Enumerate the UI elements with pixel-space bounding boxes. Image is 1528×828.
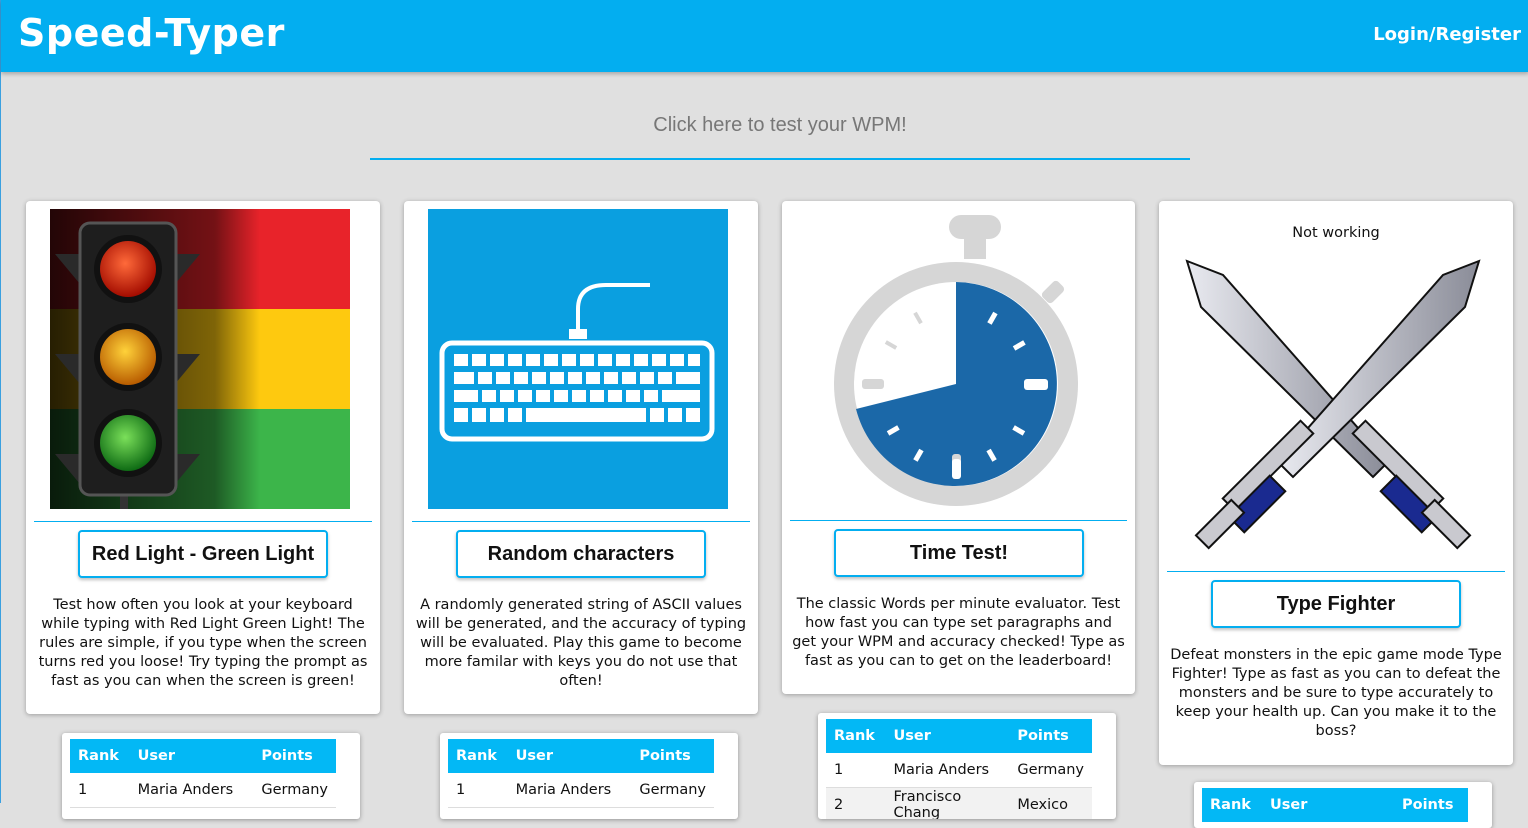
red-light-green-light-button[interactable]: Red Light - Green Light bbox=[78, 530, 328, 578]
traffic-light-image bbox=[50, 209, 350, 509]
keyboard-icon bbox=[428, 209, 728, 509]
leaderboard-random-characters: Rank User Points 1 Maria Anders Germany bbox=[440, 733, 738, 819]
card-divider bbox=[412, 521, 750, 522]
user-cell: Maria Anders bbox=[507, 773, 632, 808]
time-test-button[interactable]: Time Test! bbox=[834, 529, 1084, 577]
points-cell: Mexico bbox=[1009, 787, 1092, 819]
user-header: User bbox=[885, 719, 1010, 753]
random-characters-button[interactable]: Random characters bbox=[456, 530, 706, 578]
user-header: User bbox=[129, 739, 254, 773]
leaderboard-time-test: Rank User Points 1 Maria Anders Germany … bbox=[818, 713, 1116, 819]
card-description: Test how often you look at your keyboard… bbox=[38, 597, 368, 689]
card-description: Defeat monsters in the epic game mode Ty… bbox=[1170, 647, 1502, 739]
points-header: Points bbox=[1394, 788, 1468, 822]
leaderboard-header-row: Rank User Points bbox=[826, 719, 1092, 753]
brand-logo[interactable]: Speed-Typer bbox=[18, 11, 285, 55]
login-register-link[interactable]: Login/Register bbox=[1373, 24, 1521, 45]
user-header: User bbox=[1262, 788, 1394, 822]
rank-cell: 1 bbox=[448, 773, 508, 808]
user-cell: Francisco Chang bbox=[885, 787, 1010, 819]
top-navbar: Speed-Typer Login/Register bbox=[1, 0, 1528, 72]
points-header: Points bbox=[631, 739, 714, 773]
game-card-random-characters: Random characters A randomly generated s… bbox=[404, 201, 758, 714]
stopwatch-icon bbox=[806, 209, 1106, 509]
points-cell: Germany bbox=[253, 773, 336, 808]
user-cell: Maria Anders bbox=[885, 753, 1010, 788]
game-card-time-test: Time Test! The classic Words per minute … bbox=[782, 201, 1135, 694]
card-description: The classic Words per minute evaluator. … bbox=[792, 596, 1125, 669]
points-header: Points bbox=[1009, 719, 1092, 753]
card-divider bbox=[1167, 571, 1505, 572]
card-divider bbox=[790, 520, 1127, 521]
type-fighter-button[interactable]: Type Fighter bbox=[1211, 580, 1461, 628]
rank-header: Rank bbox=[70, 739, 130, 773]
leaderboard-header-row: Rank User Points bbox=[448, 739, 714, 773]
table-row: 1 Maria Anders Germany bbox=[826, 753, 1092, 788]
card-divider bbox=[34, 521, 372, 522]
points-cell: Germany bbox=[631, 773, 714, 808]
crossed-swords-icon bbox=[1183, 257, 1483, 567]
leaderboard-type-fighter: Rank User Points bbox=[1194, 782, 1492, 828]
leaderboard-red-light: Rank User Points 1 Maria Anders Germany bbox=[62, 733, 360, 819]
points-cell: Germany bbox=[1009, 753, 1092, 788]
user-cell: Maria Anders bbox=[129, 773, 254, 808]
card-description: A randomly generated string of ASCII val… bbox=[415, 597, 747, 689]
rank-cell: 2 bbox=[826, 787, 886, 819]
rank-header: Rank bbox=[826, 719, 886, 753]
game-card-red-light: Red Light - Green Light Test how often y… bbox=[26, 201, 380, 714]
rank-cell: 1 bbox=[70, 773, 130, 808]
rank-header: Rank bbox=[448, 739, 508, 773]
points-header: Points bbox=[253, 739, 336, 773]
table-row: 1 Maria Anders Germany bbox=[448, 773, 714, 808]
rank-cell: 1 bbox=[826, 753, 886, 788]
table-row: 1 Maria Anders Germany bbox=[70, 773, 336, 808]
wpm-test-link[interactable]: Click here to test your WPM! bbox=[370, 108, 1190, 160]
leaderboard-header-row: Rank User Points bbox=[70, 739, 336, 773]
rank-header: Rank bbox=[1202, 788, 1262, 822]
table-row: 2 Francisco Chang Mexico bbox=[826, 787, 1092, 819]
leaderboard-header-row: Rank User Points bbox=[1202, 788, 1468, 822]
user-header: User bbox=[507, 739, 632, 773]
not-working-note: Not working bbox=[1292, 225, 1380, 241]
game-card-type-fighter: Not working Type Fighter Defeat monsters… bbox=[1159, 201, 1513, 765]
